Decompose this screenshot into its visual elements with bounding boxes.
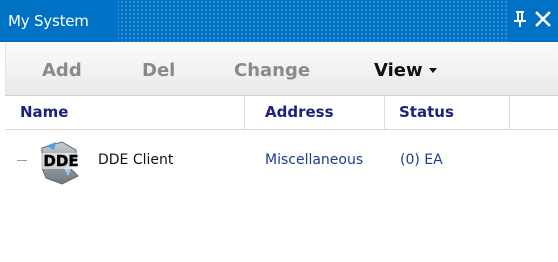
caret-down-icon xyxy=(428,68,437,73)
add-button[interactable]: Add xyxy=(42,59,82,83)
column-header-status[interactable]: Status xyxy=(385,96,510,129)
dde-icon: DDE xyxy=(32,141,92,185)
change-button[interactable]: Change xyxy=(234,59,310,83)
close-button[interactable] xyxy=(532,6,554,32)
dde-icon-text: DDE xyxy=(43,152,78,170)
table-row[interactable]: DDE DDE Client Miscellaneous (0) EA xyxy=(5,133,558,189)
column-header-row: Name Address Status xyxy=(5,96,558,130)
column-header-address[interactable]: Address xyxy=(245,96,385,129)
view-menu-button[interactable]: View xyxy=(374,59,438,83)
close-icon xyxy=(535,11,551,27)
row-address: Miscellaneous xyxy=(265,152,364,168)
delete-button[interactable]: Del xyxy=(142,59,175,83)
view-label: View xyxy=(374,60,423,81)
pin-icon xyxy=(514,11,526,27)
tree-connector xyxy=(17,160,27,161)
row-name: DDE Client xyxy=(98,152,174,168)
pin-button[interactable] xyxy=(509,6,531,32)
window-title: My System xyxy=(8,12,89,30)
column-header-name[interactable]: Name xyxy=(5,96,245,129)
title-bar: My System xyxy=(0,0,558,42)
toolbar: Add Del Change View xyxy=(5,42,558,96)
row-status: (0) EA xyxy=(400,152,443,168)
column-header-empty[interactable] xyxy=(510,96,558,129)
